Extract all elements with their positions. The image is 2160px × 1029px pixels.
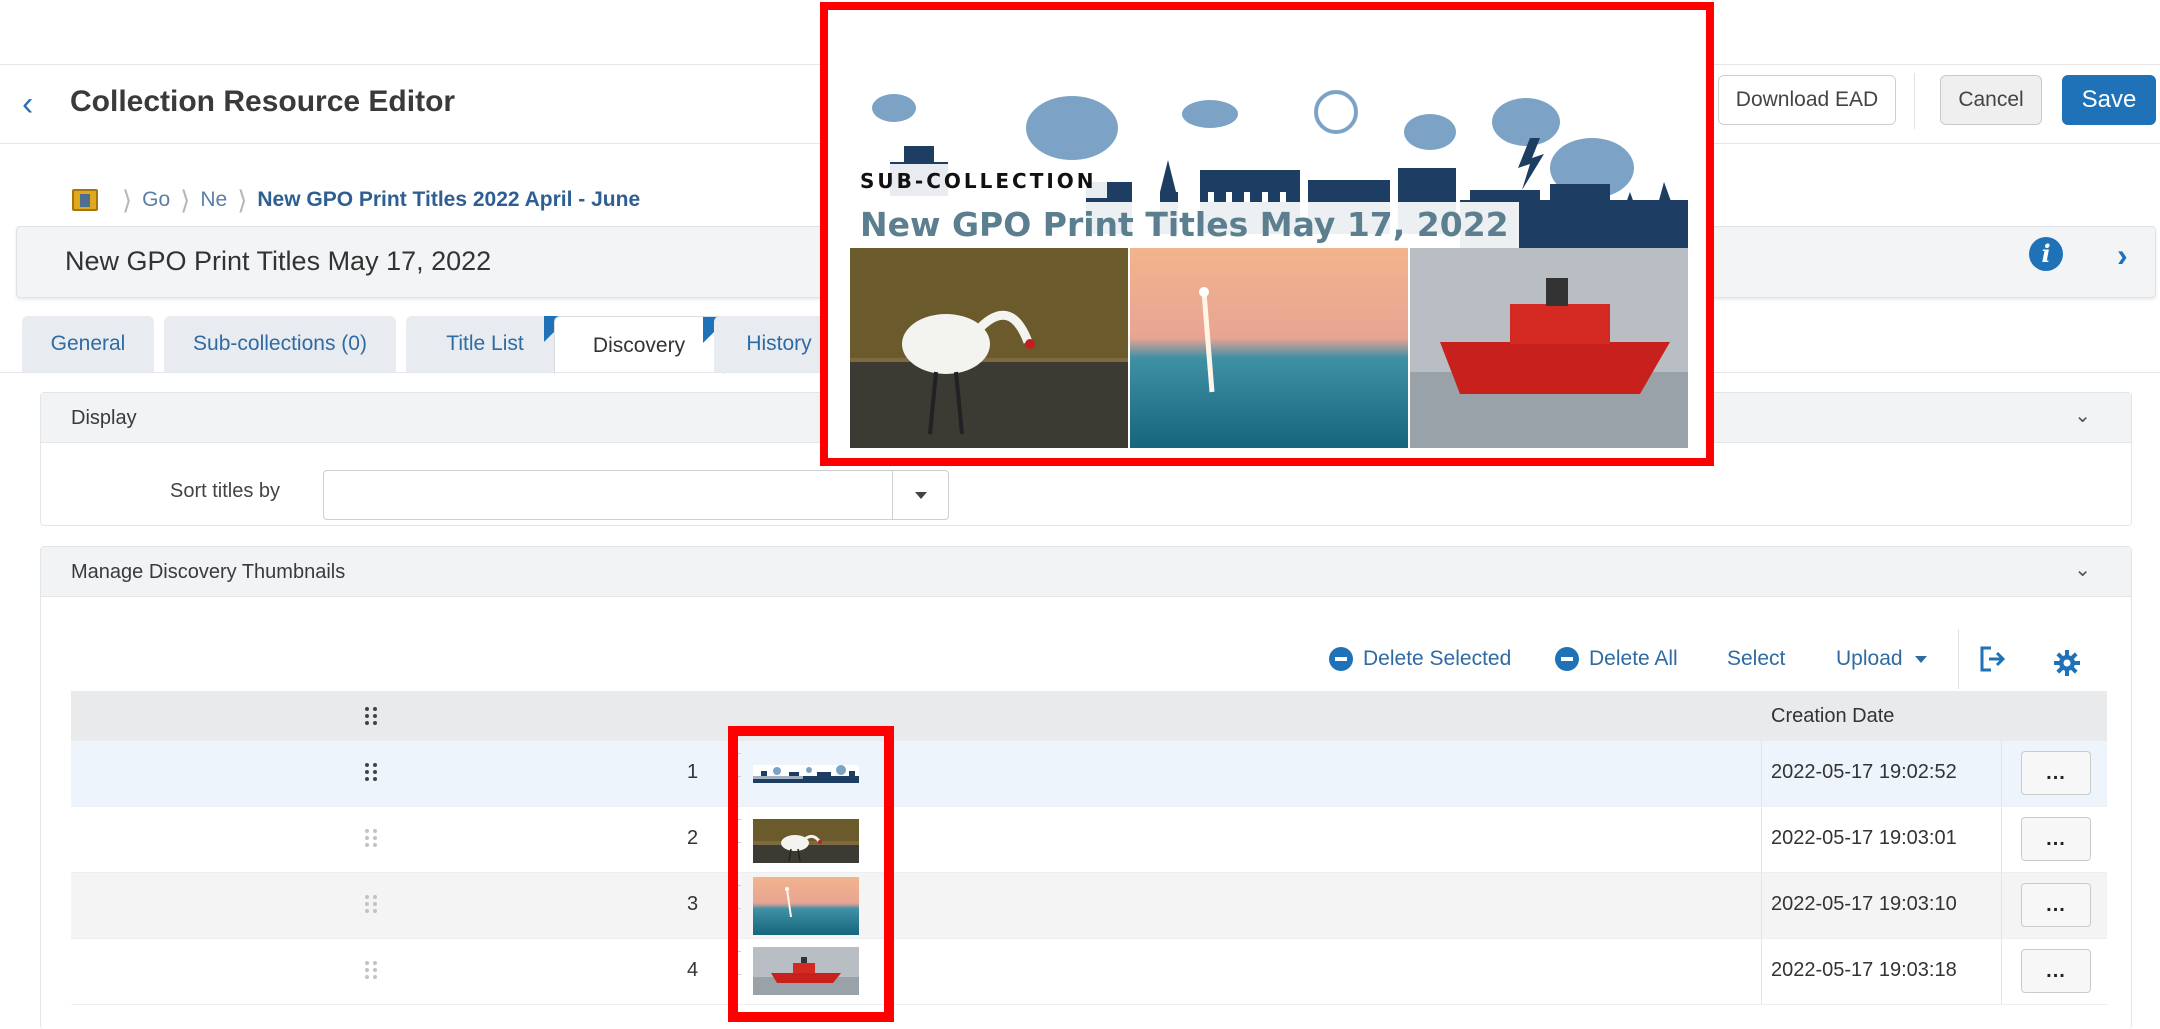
tab-title-list[interactable]: Title List — [406, 316, 570, 372]
breadcrumb-current[interactable]: New GPO Print Titles 2022 April - June — [257, 188, 640, 212]
minus-circle-icon — [1329, 647, 1353, 671]
download-ead-button[interactable]: Download EAD — [1718, 75, 1896, 125]
thumbnails-panel: Manage Discovery Thumbnails ⌄ Delete Sel… — [40, 546, 2132, 1029]
thumbnail-highlight-box — [728, 726, 894, 1022]
column-divider — [1761, 939, 1762, 1004]
export-button[interactable] — [1979, 639, 2007, 679]
upload-button[interactable]: Upload — [1836, 639, 1927, 679]
collapse-chevron-icon[interactable]: ⌄ — [2074, 557, 2091, 582]
toolbar-divider — [1958, 629, 1959, 689]
header-divider — [1914, 73, 1915, 129]
export-icon — [1980, 646, 2006, 672]
creation-date-cell: 2022-05-17 19:03:18 — [1771, 959, 1957, 981]
banner-preview-image: SUB-COLLECTION New GPO Print Titles May … — [850, 42, 1688, 448]
row-number: 2 — [687, 827, 699, 849]
column-divider — [1761, 807, 1762, 872]
creation-date-cell: 2022-05-17 19:03:10 — [1771, 893, 1957, 915]
creation-date-cell: 2022-05-17 19:02:52 — [1771, 761, 1957, 783]
table-row[interactable]: 4 2022-05-17 19:03:18 ... — [71, 939, 2107, 1005]
collection-book-icon[interactable] — [72, 189, 98, 211]
save-button[interactable]: Save — [2062, 75, 2156, 125]
row-actions-button[interactable]: ... — [2021, 751, 2091, 795]
drag-handle-icon[interactable] — [365, 829, 379, 847]
info-icon[interactable]: i — [2029, 237, 2063, 271]
delete-selected-button[interactable]: Delete Selected — [1329, 639, 1511, 679]
thumbnails-panel-header[interactable]: Manage Discovery Thumbnails ⌄ — [41, 547, 2131, 597]
creation-date-cell: 2022-05-17 19:03:01 — [1771, 827, 1957, 849]
display-panel-title: Display — [71, 407, 137, 429]
select-button[interactable]: Select — [1727, 639, 1785, 679]
sort-titles-label: Sort titles by — [170, 480, 281, 502]
tab-label: Discovery — [592, 333, 686, 357]
table-row[interactable]: 2 2022-05-17 19:03:01 ... — [71, 807, 2107, 873]
banner-title: New GPO Print Titles May 17, 2022 — [850, 202, 1519, 248]
page-title: Collection Resource Editor — [70, 85, 456, 118]
tab-label: Sub-collections (0) — [193, 332, 367, 355]
tab-sub-collections[interactable]: Sub-collections (0) — [164, 316, 396, 372]
chevron-right-icon[interactable]: › — [2117, 239, 2128, 271]
row-number: 1 — [687, 761, 699, 783]
upload-label: Upload — [1836, 647, 1903, 670]
row-actions-button[interactable]: ... — [2021, 817, 2091, 861]
row-actions-button[interactable]: ... — [2021, 883, 2091, 927]
cancel-button[interactable]: Cancel — [1940, 75, 2042, 125]
select-label: Select — [1727, 647, 1786, 670]
column-divider — [2001, 939, 2002, 1004]
banner-preview-popup: SUB-COLLECTION New GPO Print Titles May … — [820, 2, 1714, 466]
back-chevron-icon[interactable]: ‹ — [22, 87, 33, 121]
table-header-row: Creation Date — [71, 691, 2107, 741]
sort-titles-select[interactable] — [323, 470, 949, 520]
gear-icon — [2054, 650, 2080, 676]
caret-down-icon — [1914, 655, 1927, 663]
column-divider — [2001, 807, 2002, 872]
breadcrumb-separator-icon: ⟩ — [180, 184, 191, 215]
tab-discovery[interactable]: Discovery — [554, 316, 729, 374]
tab-label: History — [746, 332, 812, 355]
sub-collection-label: SUB-COLLECTION — [850, 164, 1107, 198]
minus-circle-icon — [1555, 647, 1579, 671]
row-actions-button[interactable]: ... — [2021, 949, 2091, 993]
table-row[interactable]: 1 2022-05-17 19:02:52 ... — [71, 741, 2107, 807]
table-row[interactable]: 3 2022-05-17 19:03:10 ... — [71, 873, 2107, 939]
delete-all-button[interactable]: Delete All — [1555, 639, 1678, 679]
column-divider — [1761, 873, 1762, 938]
drag-handle-icon — [365, 707, 379, 725]
delete-all-label: Delete All — [1589, 647, 1678, 670]
delete-selected-label: Delete Selected — [1363, 647, 1512, 670]
breadcrumb-separator-icon: ⟩ — [237, 184, 248, 215]
column-divider — [2001, 873, 2002, 938]
column-divider — [2001, 741, 2002, 806]
drag-handle-icon[interactable] — [365, 763, 379, 781]
breadcrumb-item-2[interactable]: Ne — [200, 188, 227, 212]
breadcrumb: ⟩ Go ⟩ Ne ⟩ New GPO Print Titles 2022 Ap… — [72, 184, 640, 216]
drag-handle-icon[interactable] — [365, 895, 379, 913]
tab-label: Title List — [446, 332, 524, 355]
tab-general[interactable]: General — [22, 316, 154, 372]
collection-title: New GPO Print Titles May 17, 2022 — [65, 246, 492, 276]
drag-handle-icon[interactable] — [365, 961, 379, 979]
tab-label: General — [50, 332, 126, 355]
breadcrumb-item-1[interactable]: Go — [142, 188, 170, 212]
creation-date-header[interactable]: Creation Date — [1771, 705, 1894, 728]
breadcrumb-separator-icon: ⟩ — [122, 184, 133, 215]
collapse-chevron-icon[interactable]: ⌄ — [2074, 403, 2091, 428]
column-divider — [1761, 741, 1762, 806]
table-settings-button[interactable] — [2053, 643, 2081, 683]
row-number: 4 — [687, 959, 699, 981]
row-number: 3 — [687, 893, 699, 915]
dropdown-caret-icon[interactable] — [892, 471, 948, 519]
thumbnails-panel-title: Manage Discovery Thumbnails — [71, 561, 346, 583]
